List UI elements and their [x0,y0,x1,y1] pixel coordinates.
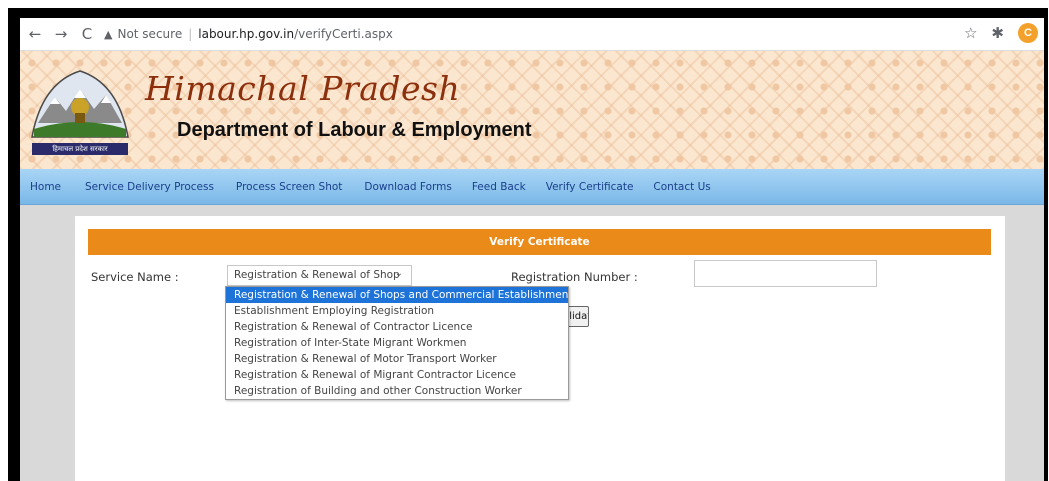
back-icon[interactable]: ← [24,23,46,45]
reload-icon[interactable]: C [76,23,98,45]
menu-home[interactable]: Home [22,181,69,193]
service-option[interactable]: Registration & Renewal of Contractor Lic… [226,319,568,335]
screenshot-frame: ← → C ▲ Not secure | labour.hp.gov.in /v… [8,8,1048,481]
service-options-list: Registration & Renewal of Shops and Comm… [225,286,569,400]
forward-icon[interactable]: → [50,23,72,45]
extensions-icon[interactable]: ✱ [991,24,1004,42]
browser-actions: ☆ ✱ C [964,23,1038,43]
security-status: Not secure [117,27,183,41]
menu-service-delivery-process[interactable]: Service Delivery Process [77,181,222,193]
menu-contact-us[interactable]: Contact Us [645,181,718,193]
service-option[interactable]: Registration & Renewal of Shops and Comm… [226,287,568,303]
star-icon[interactable]: ☆ [964,24,977,42]
registration-number-label: Registration Number : [511,270,638,284]
service-option[interactable]: Registration of Inter-State Migrant Work… [226,335,568,351]
address-bar[interactable]: ▲ Not secure | labour.hp.gov.in /verifyC… [104,22,393,46]
site-title: Himachal Pradesh [145,69,461,108]
site-header: हिमाचल प्रदेश सरकार Himachal Pradesh Dep… [20,51,1044,169]
main-menu: Home Service Delivery Process Process Sc… [20,169,1044,205]
url-divider: | [188,27,193,41]
service-name-label: Service Name : [91,270,179,284]
verify-certificate-panel: Verify Certificate Service Name : Regist… [75,216,1005,481]
menu-process-screen-shot[interactable]: Process Screen Shot [228,181,350,193]
chevron-down-icon: ⌄ [394,268,403,279]
service-selected-value: Registration & Renewal of Shop [234,269,400,281]
browser-window: ← → C ▲ Not secure | labour.hp.gov.in /v… [20,18,1044,481]
url-path: /verifyCerti.aspx [294,27,393,41]
logo-caption: हिमाचल प्रदेश सरकार [32,143,128,155]
browser-toolbar: ← → C ▲ Not secure | labour.hp.gov.in /v… [20,18,1044,51]
registration-number-input[interactable] [694,260,877,287]
service-option[interactable]: Registration & Renewal of Migrant Contra… [226,367,568,383]
url-host: labour.hp.gov.in [198,27,295,41]
panel-title: Verify Certificate [88,229,991,255]
service-name-select[interactable]: Registration & Renewal of Shop ⌄ [227,265,412,286]
profile-avatar[interactable]: C [1018,23,1038,43]
menu-feed-back[interactable]: Feed Back [464,181,534,193]
state-emblem-logo [31,70,129,138]
service-option[interactable]: Registration & Renewal of Motor Transpor… [226,351,568,367]
warning-icon: ▲ [104,27,113,41]
service-option[interactable]: Registration of Building and other Const… [226,383,568,399]
service-option[interactable]: Establishment Employing Registration [226,303,568,319]
site-subtitle: Department of Labour & Employment [177,119,532,141]
menu-verify-certificate[interactable]: Verify Certificate [538,181,642,193]
menu-download-forms[interactable]: Download Forms [356,181,459,193]
